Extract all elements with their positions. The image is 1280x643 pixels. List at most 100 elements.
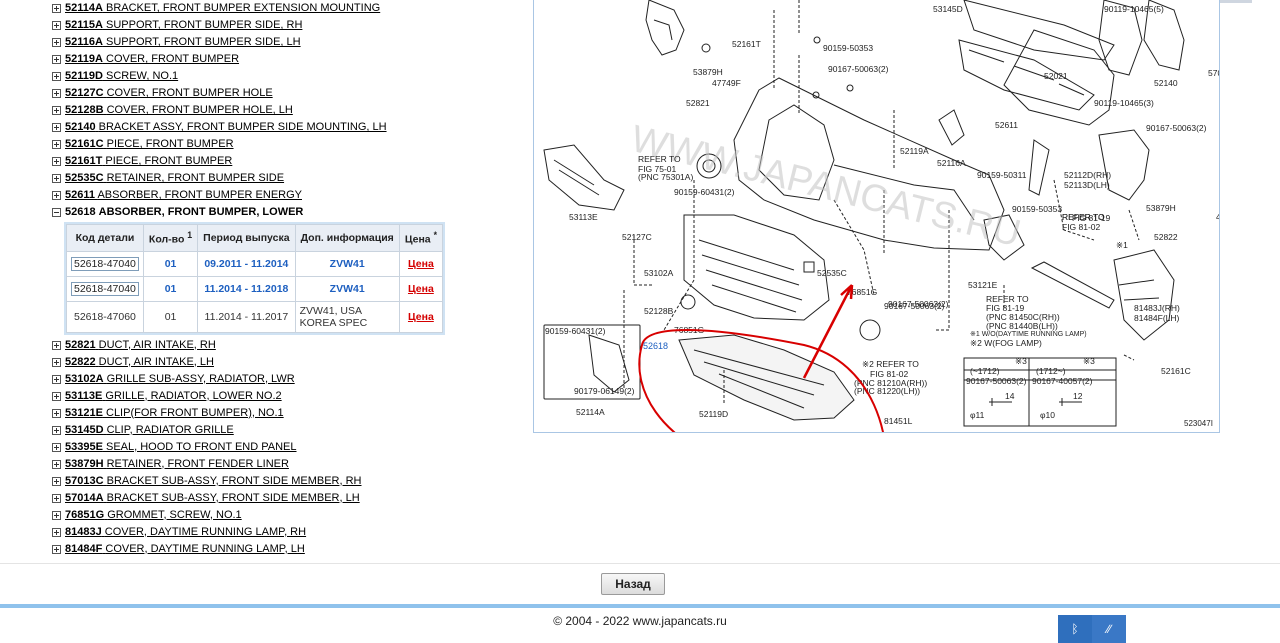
diagram-callout-label[interactable]: 52611 — [995, 120, 1018, 130]
diagram-callout-label[interactable]: 90159-50353 — [1012, 204, 1062, 214]
diagram-callout-label[interactable]: ※3 — [1015, 356, 1027, 366]
selected-part-callout[interactable]: 52618 — [643, 341, 668, 351]
plus-square-icon[interactable] — [52, 4, 61, 13]
diagram-callout-label[interactable]: 53879H — [693, 67, 723, 77]
plus-square-icon[interactable] — [52, 191, 61, 200]
table-cell[interactable]: Цена — [398, 275, 443, 302]
part-row-52116a[interactable]: 52116A SUPPORT, FRONT BUMPER SIDE, LH — [52, 34, 522, 51]
part-row-52115a[interactable]: 52115A SUPPORT, FRONT BUMPER SIDE, RH — [52, 17, 522, 34]
part-link[interactable]: 53879H RETAINER, FRONT FENDER LINER — [65, 456, 289, 473]
plus-square-icon[interactable] — [52, 123, 61, 132]
plus-square-icon[interactable] — [52, 357, 61, 367]
plus-square-icon[interactable] — [52, 425, 61, 435]
part-row-53145d[interactable]: 53145D CLIP, RADIATOR GRILLE — [52, 422, 522, 439]
part-link[interactable]: 52127C COVER, FRONT BUMPER HOLE — [65, 85, 273, 102]
diagram-callout-label[interactable]: REFER TO — [1062, 212, 1105, 222]
diagram-callout-label[interactable]: FIG 81-02 — [1062, 222, 1101, 232]
plus-square-icon[interactable] — [52, 174, 61, 183]
table-cell[interactable]: 52618-47060 — [66, 300, 144, 333]
part-row-52128b[interactable]: 52128B COVER, FRONT BUMPER HOLE, LH — [52, 102, 522, 119]
diagram-callout-label[interactable]: 90167-50063(2) — [1146, 123, 1207, 133]
part-link[interactable]: 52618 ABSORBER, FRONT BUMPER, LOWER — [65, 204, 303, 221]
diagram-callout-label[interactable]: ※3 — [1083, 356, 1095, 366]
diagram-callout-label[interactable]: 90179-06149(2) — [574, 386, 635, 396]
part-link[interactable]: 57014A BRACKET SUB-ASSY, FRONT SIDE MEMB… — [65, 490, 360, 507]
diagram-callout-label[interactable]: 90159-60431(2) — [545, 326, 606, 336]
part-row-53395e[interactable]: 53395E SEAL, HOOD TO FRONT END PANEL — [52, 439, 522, 456]
diagram-callout-label[interactable]: 52114A — [576, 407, 605, 417]
part-link[interactable]: 52822 DUCT, AIR INTAKE, LH — [65, 354, 214, 371]
diagram-callout-label[interactable]: 81451L — [884, 416, 913, 426]
part-row-52119d[interactable]: 52119D SCREW, NO.1 — [52, 68, 522, 85]
diagram-callout-label[interactable]: 52113D(LH) — [1064, 180, 1110, 190]
diagram-callout-label[interactable]: 52535C — [817, 268, 847, 278]
plus-square-icon[interactable] — [52, 408, 61, 418]
diagram-callout-label[interactable]: 47749F — [1216, 212, 1219, 222]
diagram-callout-label[interactable]: ※1 W/O(DAYTIME RUNNING LAMP) — [970, 331, 1087, 338]
diagram-callout-label[interactable]: 53145D — [933, 4, 963, 14]
part-row-52161t[interactable]: 52161T PIECE, FRONT BUMPER — [52, 153, 522, 170]
part-row-76851g[interactable]: 76851G GROMMET, SCREW, NO.1 — [52, 507, 522, 524]
part-row-52535c[interactable]: 52535C RETAINER, FRONT BUMPER SIDE — [52, 170, 522, 187]
part-row-52119a[interactable]: 52119A COVER, FRONT BUMPER — [52, 51, 522, 68]
part-number[interactable]: 52618-47040 — [71, 256, 139, 271]
diagram-callout-label[interactable]: 14 — [1005, 391, 1015, 401]
diagram-callout-label[interactable]: 90119-10465(5) — [1104, 4, 1164, 14]
part-link[interactable]: 53145D CLIP, RADIATOR GRILLE — [65, 422, 234, 439]
minus-square-icon[interactable] — [52, 208, 61, 217]
back-button[interactable]: Назад — [601, 573, 665, 595]
plus-square-icon[interactable] — [52, 89, 61, 98]
diagram-callout-label[interactable]: 90167-50063(2) — [884, 301, 945, 311]
part-link[interactable]: 53395E SEAL, HOOD TO FRONT END PANEL — [65, 439, 297, 456]
feather-icon[interactable]: ∕∕ — [1092, 615, 1126, 643]
part-row-52127c[interactable]: 52127C COVER, FRONT BUMPER HOLE — [52, 85, 522, 102]
plus-square-icon[interactable] — [52, 442, 61, 452]
part-row-81484f[interactable]: 81484F COVER, DAYTIME RUNNING LAMP, LH — [52, 541, 522, 558]
part-row-52822[interactable]: 52822 DUCT, AIR INTAKE, LH — [52, 354, 522, 371]
bluetooth-icon[interactable]: ᛒ — [1058, 615, 1092, 643]
diagram-callout-label[interactable]: ※1 — [1116, 240, 1128, 250]
plus-square-icon[interactable] — [52, 391, 61, 401]
plus-square-icon[interactable] — [52, 340, 61, 350]
price-link[interactable]: Цена — [408, 283, 434, 295]
diagram-callout-label[interactable]: 52127C — [622, 232, 652, 242]
part-row-52821[interactable]: 52821 DUCT, AIR INTAKE, RH — [52, 337, 522, 354]
part-link[interactable]: 52116A SUPPORT, FRONT BUMPER SIDE, LH — [65, 34, 301, 51]
table-cell[interactable]: Цена — [398, 250, 443, 277]
plus-square-icon[interactable] — [52, 374, 61, 384]
plus-square-icon[interactable] — [52, 140, 61, 149]
diagram-callout-label[interactable]: (PNC 81440B(LH)) — [986, 321, 1058, 331]
diagram-callout-label[interactable]: REFER TO — [638, 154, 681, 164]
part-link[interactable]: 52115A SUPPORT, FRONT BUMPER SIDE, RH — [65, 17, 302, 34]
part-number[interactable]: 52618-47040 — [71, 281, 139, 296]
plus-square-icon[interactable] — [52, 157, 61, 166]
part-link[interactable]: 52140 BRACKET ASSY, FRONT BUMPER SIDE MO… — [65, 119, 387, 136]
diagram-callout-label[interactable]: 53102A — [644, 268, 674, 278]
plus-square-icon[interactable] — [52, 38, 61, 47]
table-cell[interactable]: 52618-47040 — [66, 250, 144, 277]
diagram-callout-label[interactable]: 90159-60431(2) — [674, 187, 735, 197]
plus-square-icon[interactable] — [52, 476, 61, 486]
part-row-53113e[interactable]: 53113E GRILLE, RADIATOR, LOWER NO.2 — [52, 388, 522, 405]
diagram-callout-label[interactable]: 52021 — [1044, 71, 1068, 81]
part-link[interactable]: 52535C RETAINER, FRONT BUMPER SIDE — [65, 170, 284, 187]
parts-diagram[interactable]: WWW.JAPANCATS.RU 53145D 90119-10465(5) 5216… — [533, 0, 1220, 433]
part-row-52611[interactable]: 52611 ABSORBER, FRONT BUMPER ENERGY — [52, 187, 522, 204]
diagram-callout-label[interactable]: 90119-10465(3) — [1094, 98, 1154, 108]
plus-square-icon[interactable] — [52, 510, 61, 520]
plus-square-icon[interactable] — [52, 72, 61, 81]
part-link[interactable]: 81483J COVER, DAYTIME RUNNING LAMP, RH — [65, 524, 306, 541]
diagram-callout-label[interactable]: 52161C — [1161, 366, 1191, 376]
plus-square-icon[interactable] — [52, 55, 61, 64]
plus-square-icon[interactable] — [52, 527, 61, 537]
diagram-callout-label[interactable]: 90159-50311 — [977, 170, 1027, 180]
diagram-callout-label[interactable]: 53113E — [569, 212, 598, 222]
diagram-callout-label[interactable]: 52119A — [900, 146, 929, 156]
diagram-callout-label[interactable]: 52119D — [699, 409, 728, 419]
diagram-callout-label[interactable]: 81483J(RH) — [1134, 303, 1180, 313]
diagram-callout-label[interactable]: (1712~) — [1036, 366, 1066, 376]
diagram-callout-label[interactable]: 90167-50063(2) — [966, 376, 1027, 386]
diagram-callout-label[interactable]: 53879H — [1146, 203, 1176, 213]
part-link[interactable]: 53113E GRILLE, RADIATOR, LOWER NO.2 — [65, 388, 282, 405]
diagram-callout-label[interactable]: 52161T — [732, 39, 761, 49]
